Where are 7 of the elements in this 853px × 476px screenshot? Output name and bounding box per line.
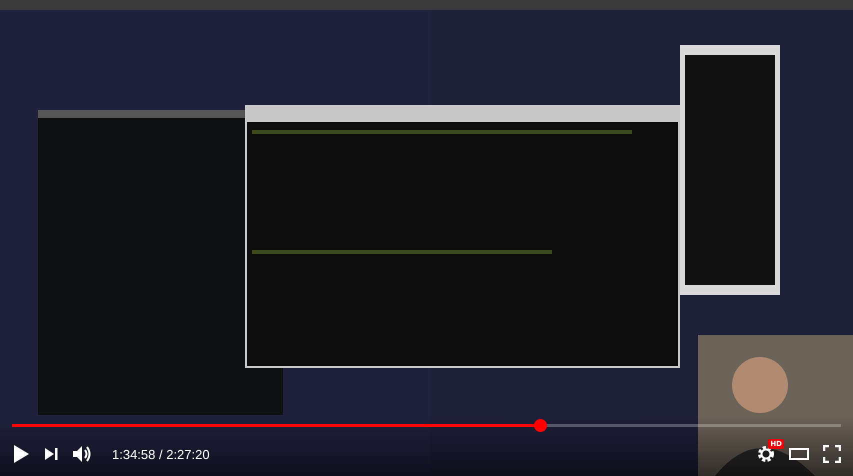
volume-icon[interactable] xyxy=(72,445,92,463)
next-icon[interactable] xyxy=(44,447,58,461)
theater-mode-icon[interactable] xyxy=(789,448,809,460)
fullscreen-icon[interactable] xyxy=(823,445,841,463)
play-icon[interactable] xyxy=(12,444,30,464)
settings-icon[interactable] xyxy=(757,445,775,463)
time-display: 1:34:58 / 2:27:20 xyxy=(112,446,210,462)
